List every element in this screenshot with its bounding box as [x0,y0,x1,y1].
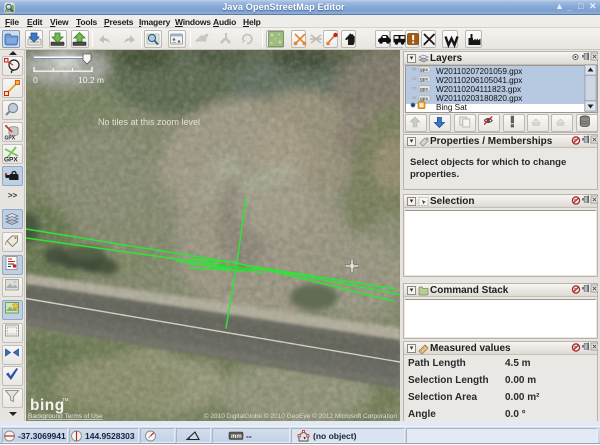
svg-text:gpx: gpx [420,67,428,72]
svg-text:mm: mm [231,434,242,440]
svg-text:Background Terms of Use: Background Terms of Use [28,413,103,420]
svg-text:TM: TM [62,397,69,402]
svg-text:GPX: GPX [4,157,18,164]
svg-text:0: 0 [33,75,38,85]
svg-text:© 2010 DigitalGlobe © 2010 Geo: © 2010 DigitalGlobe © 2010 GeoEye © 2012… [204,412,398,420]
svg-text:No tiles at this zoom level: No tiles at this zoom level [98,117,200,127]
svg-text:bing: bing [30,397,65,414]
svg-text:10.2 m: 10.2 m [78,75,104,85]
svg-text:GPX: GPX [5,136,16,142]
